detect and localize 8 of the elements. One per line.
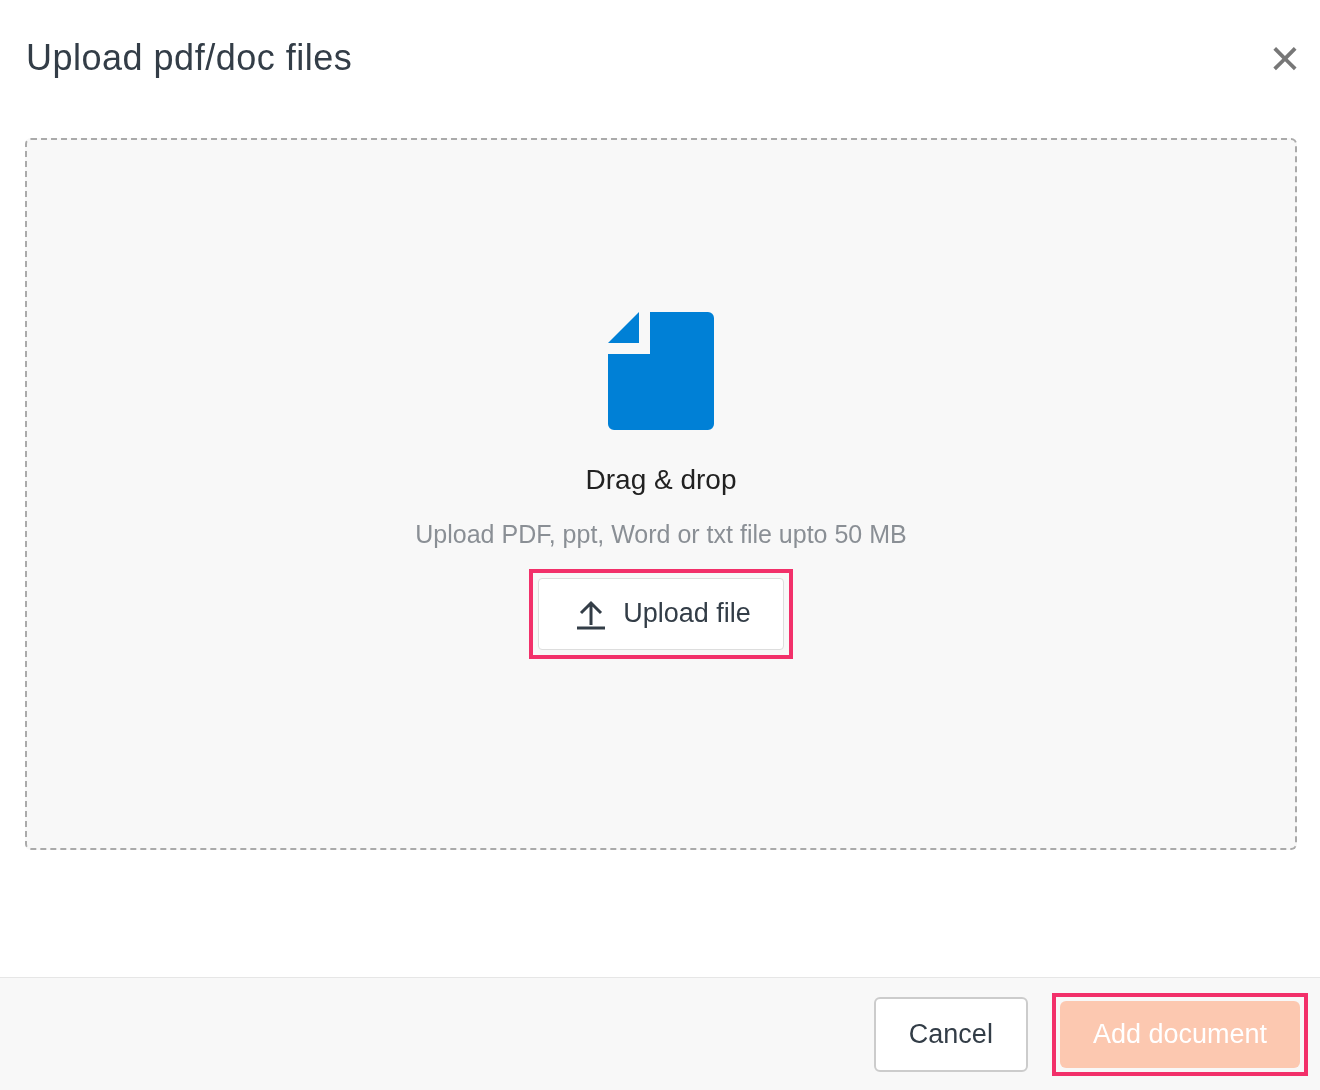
document-icon: [608, 311, 714, 430]
drop-heading: Drag & drop: [585, 463, 737, 496]
drop-zone[interactable]: Drag & drop Upload PDF, ppt, Word or txt file upto 50 MB Upload file: [25, 138, 1297, 850]
drop-hint: Upload PDF, ppt, Word or txt file upto 50 MB: [415, 519, 907, 549]
cancel-button[interactable]: Cancel: [873, 996, 1028, 1072]
dialog-title: Upload pdf/doc files: [26, 37, 353, 79]
close-button[interactable]: ×: [1265, 38, 1304, 78]
upload-button[interactable]: Upload file: [538, 577, 784, 650]
